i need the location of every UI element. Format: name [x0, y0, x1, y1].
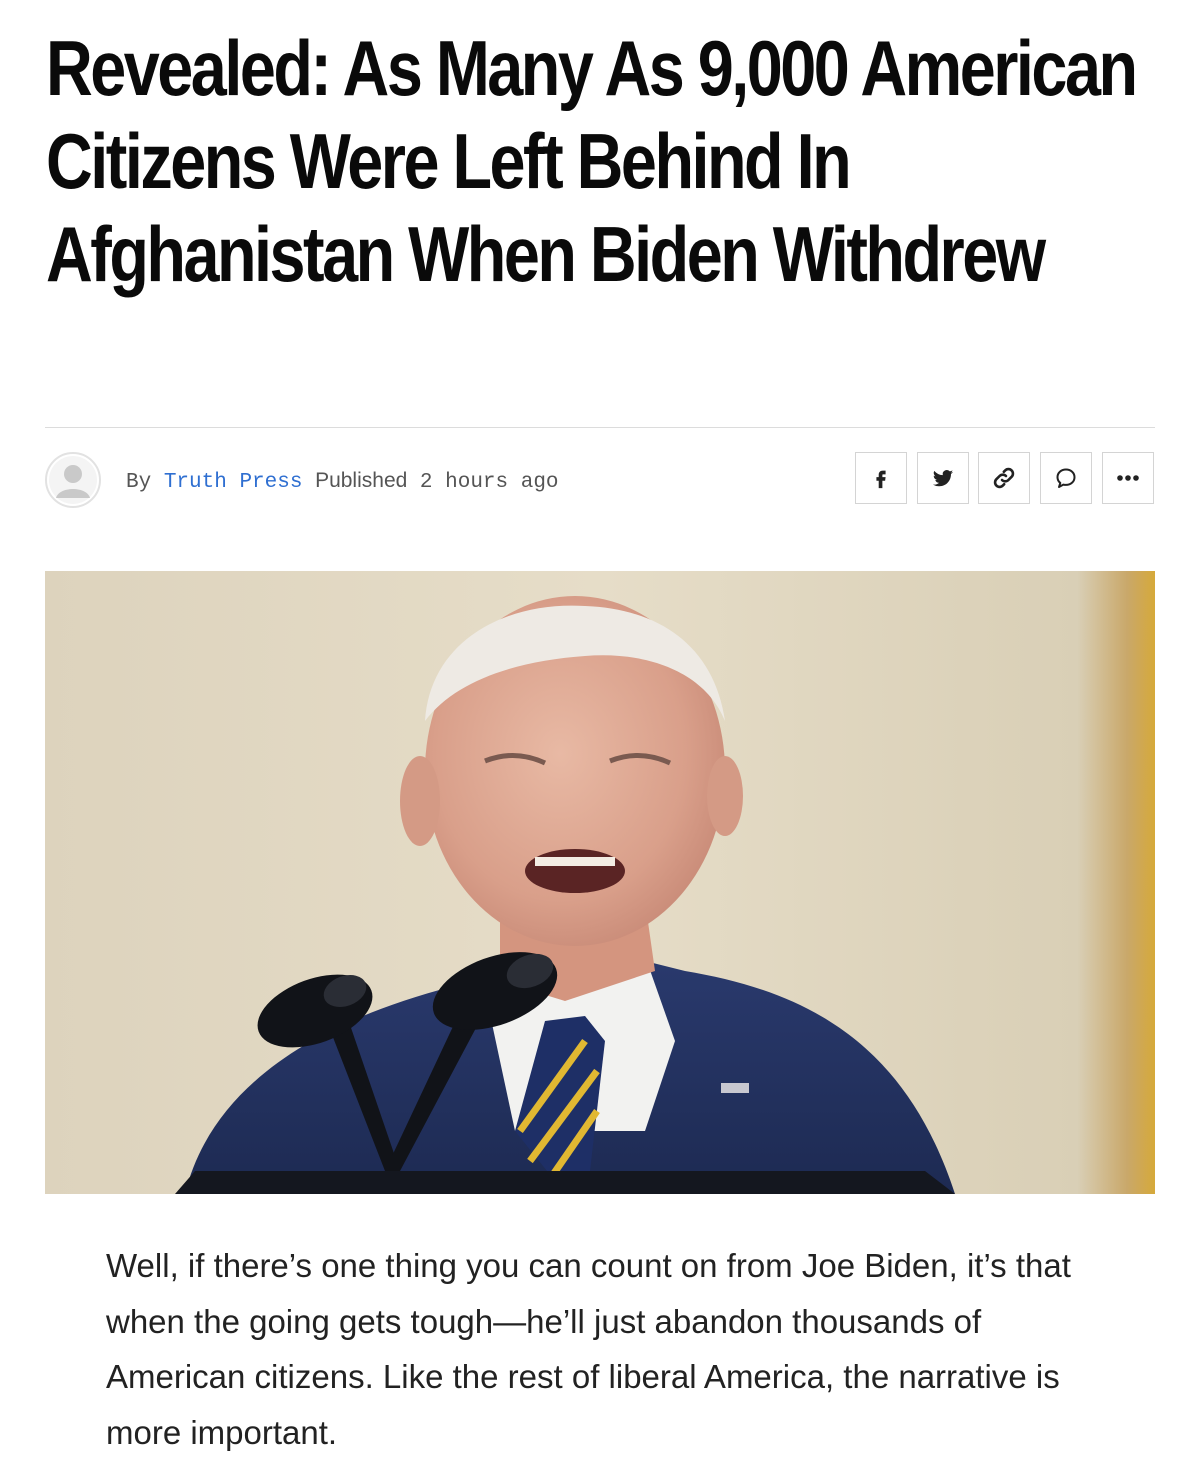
more-share-button[interactable]: [1102, 452, 1154, 504]
published-label: Published: [315, 469, 408, 492]
article-headline: Revealed: As Many As 9,000 American Citi…: [46, 24, 1138, 298]
article-featured-image: [45, 571, 1155, 1194]
share-facebook-button[interactable]: [855, 452, 907, 504]
author-link[interactable]: Truth Press: [164, 471, 303, 494]
author-avatar[interactable]: [45, 452, 101, 508]
link-icon: [993, 467, 1015, 489]
comment-button[interactable]: [1040, 452, 1092, 504]
twitter-icon: [932, 470, 954, 487]
article-body-paragraph: Well, if there’s one thing you can count…: [106, 1247, 1071, 1451]
byline-by-label: By: [126, 471, 152, 494]
byline: By Truth Press Published 2 hours ago: [126, 469, 559, 494]
speaker-photo-illustration: [45, 571, 1155, 1194]
copy-link-button[interactable]: [978, 452, 1030, 504]
avatar-placeholder-icon: [49, 456, 97, 504]
share-twitter-button[interactable]: [917, 452, 969, 504]
facebook-icon: [876, 470, 886, 489]
more-icon: [1117, 475, 1139, 481]
published-time: 2 hours ago: [419, 471, 559, 494]
header-divider: [45, 427, 1155, 428]
comment-icon: [1056, 468, 1076, 488]
